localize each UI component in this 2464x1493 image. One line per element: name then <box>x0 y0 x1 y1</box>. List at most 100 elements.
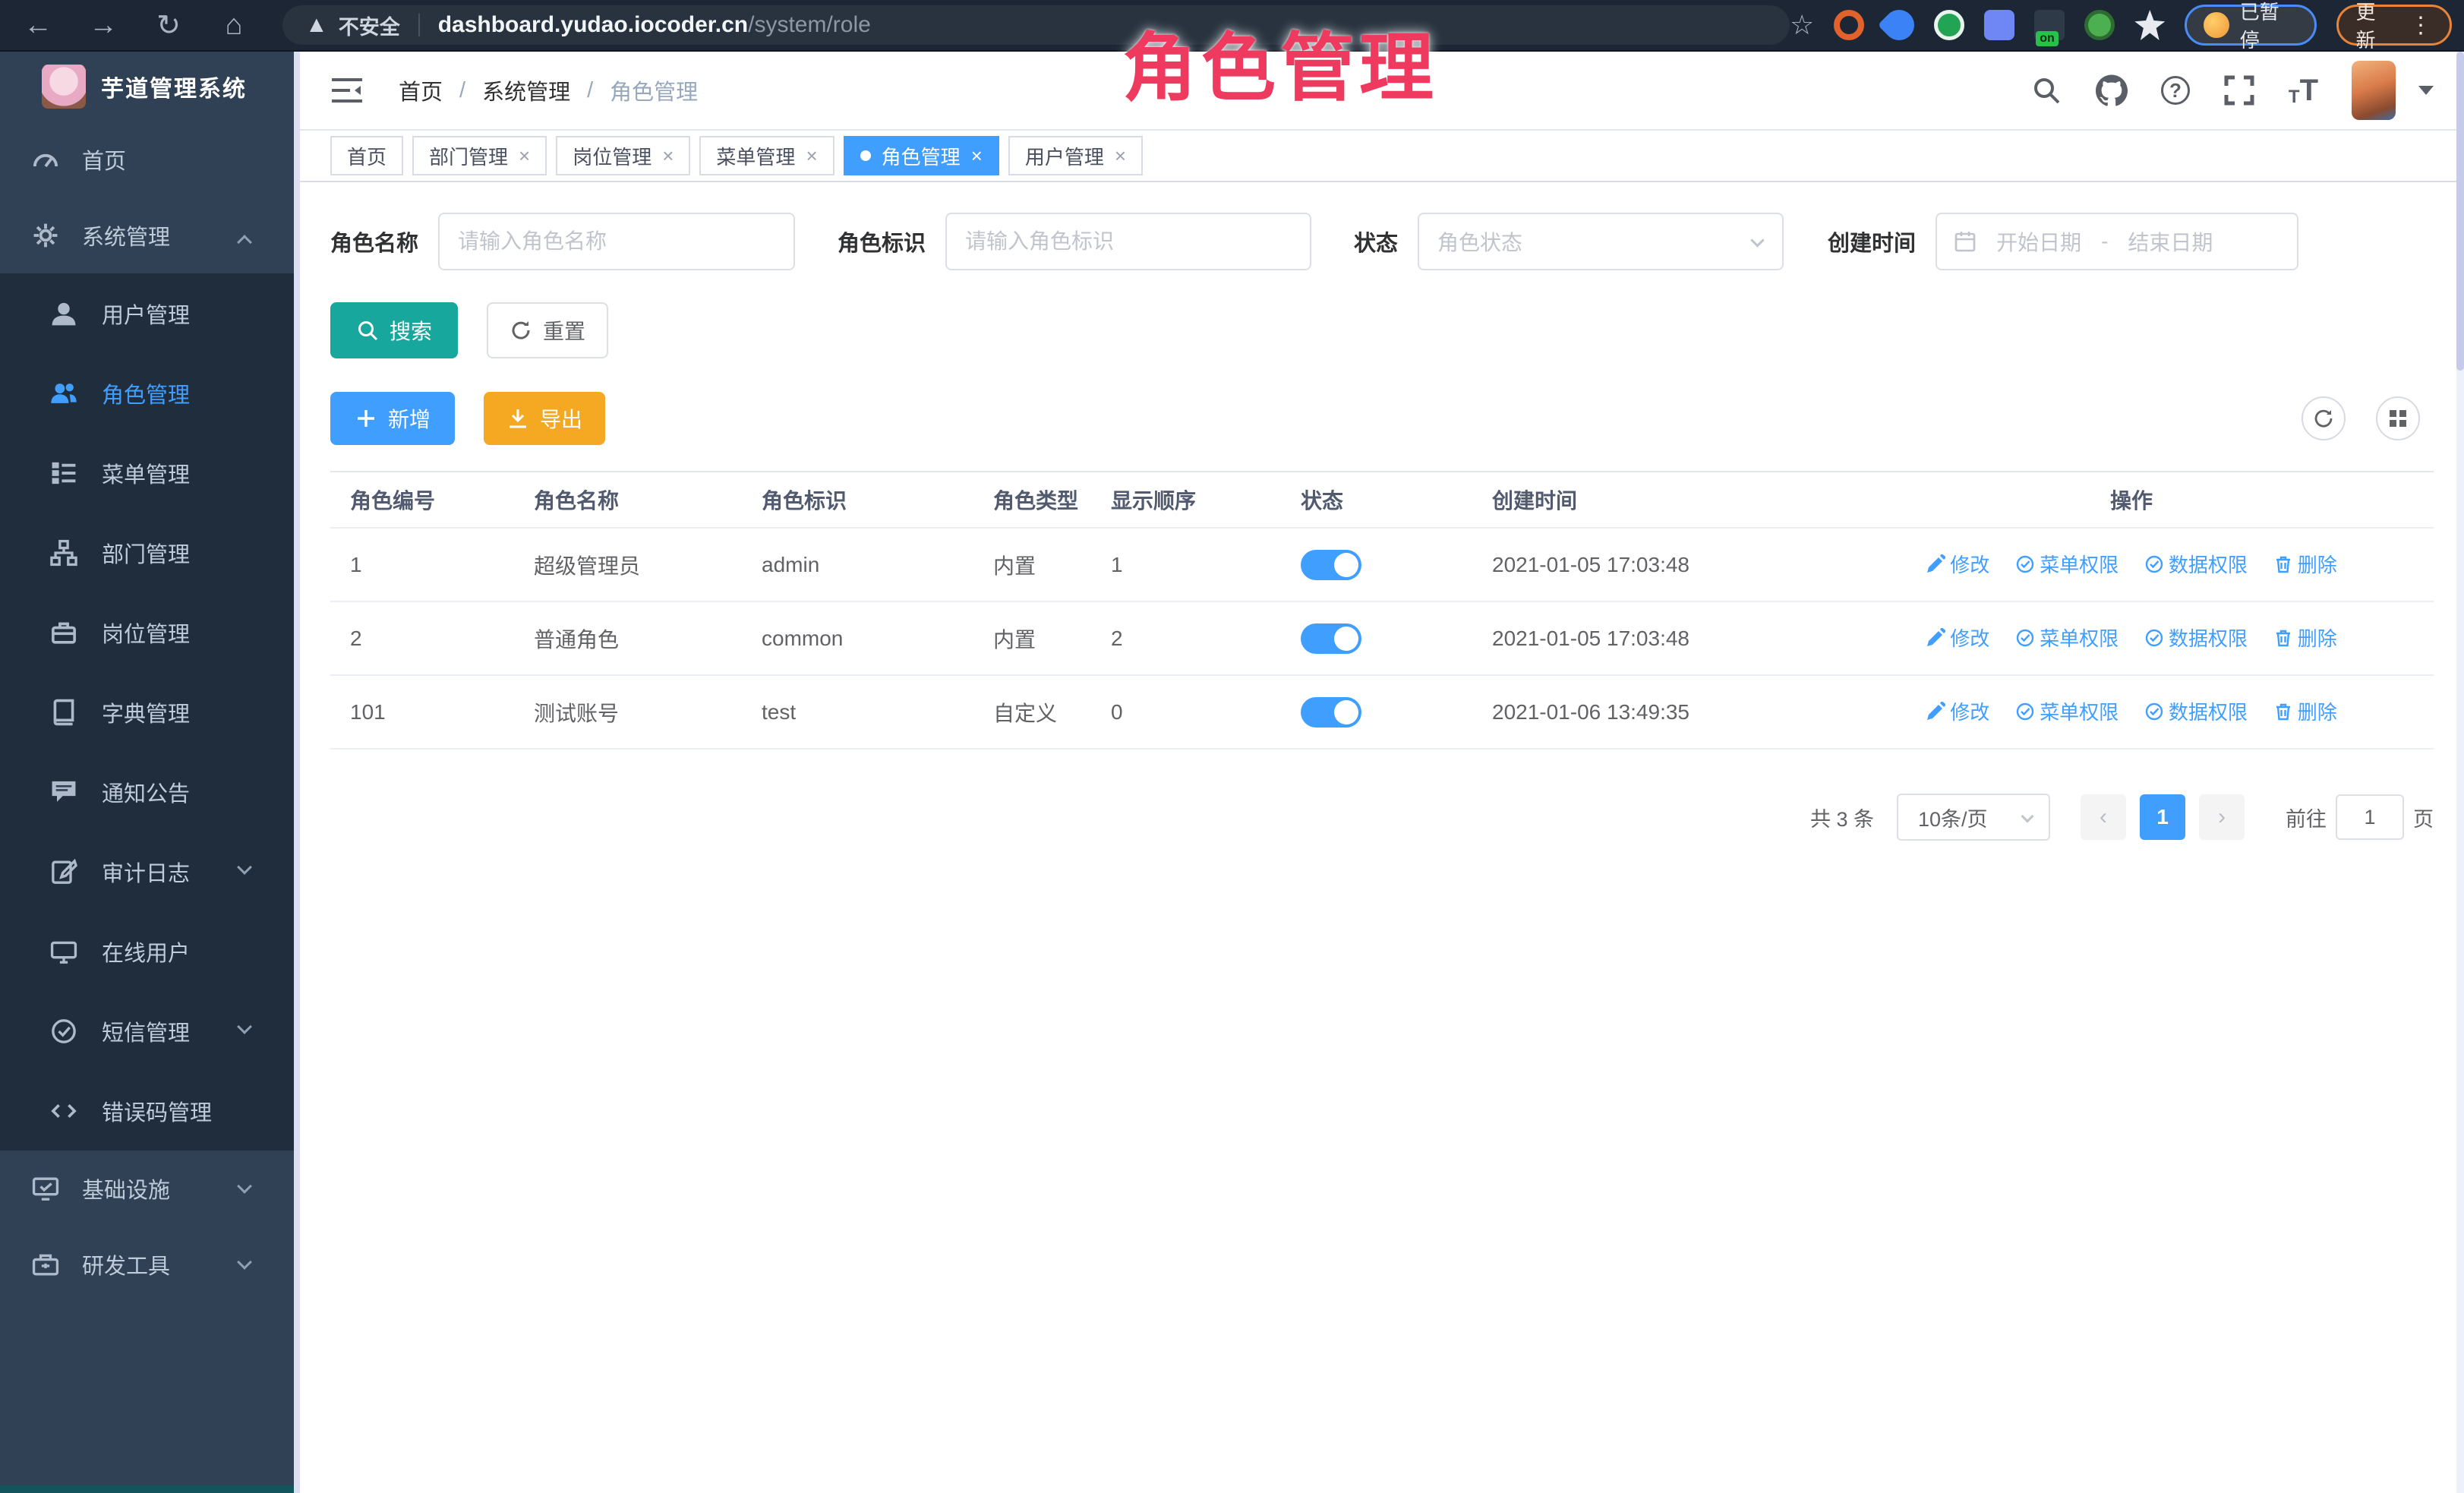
delete-action[interactable]: 删除 <box>2273 550 2337 578</box>
avatar[interactable] <box>2352 61 2396 120</box>
close-icon[interactable]: × <box>971 146 983 166</box>
edit-action[interactable]: 修改 <box>1926 697 1989 725</box>
app: 芋道管理系统 首页 系统管理 <box>0 52 2464 1493</box>
github-icon[interactable] <box>2096 74 2128 106</box>
extension-icon-pin[interactable] <box>2134 10 2165 40</box>
delete-action[interactable]: 删除 <box>2273 697 2337 725</box>
data-perm-action[interactable]: 数据权限 <box>2144 623 2248 652</box>
sidebar-item-posts[interactable]: 岗位管理 <box>0 592 294 672</box>
forward-icon[interactable]: → <box>87 9 120 42</box>
status-toggle[interactable] <box>1301 623 1361 654</box>
search-button-label: 搜索 <box>390 315 432 346</box>
sidebar-item-dev-tools[interactable]: 研发工具 <box>0 1226 294 1302</box>
font-size-icon[interactable]: TT <box>2289 74 2318 108</box>
home-icon[interactable]: ⌂ <box>217 9 251 42</box>
page-1-button[interactable]: 1 <box>2140 794 2185 840</box>
export-button[interactable]: 导出 <box>484 392 605 445</box>
tab-dept[interactable]: 部门管理 × <box>412 136 547 175</box>
app-title: 芋道管理系统 <box>101 70 247 103</box>
sidebar-item-online-users[interactable]: 在线用户 <box>0 911 294 991</box>
sidebar-toggle-icon[interactable] <box>330 75 364 106</box>
tab-post[interactable]: 岗位管理 × <box>556 136 690 175</box>
extension-icon-orange[interactable] <box>1834 10 1864 40</box>
search-button[interactable]: 搜索 <box>330 302 458 358</box>
status-select[interactable]: 角色状态 <box>1418 213 1784 270</box>
bubble-icon <box>50 778 77 806</box>
toggle-knob <box>1334 553 1358 577</box>
sidebar-item-dict[interactable]: 字典管理 <box>0 672 294 752</box>
sidebar-item-users[interactable]: 用户管理 <box>0 273 294 353</box>
extension-icon-grid[interactable] <box>1984 10 2014 40</box>
tab-role-active[interactable]: 角色管理 × <box>844 136 999 175</box>
page-size-select[interactable]: 10条/页 <box>1897 794 2050 841</box>
back-icon[interactable]: ← <box>21 9 55 42</box>
reset-button[interactable]: 重置 <box>487 302 608 358</box>
briefcase-icon <box>50 619 77 646</box>
update-label: 更新 <box>2355 0 2394 53</box>
extension-icon-switch[interactable]: on <box>2034 10 2065 40</box>
fullscreen-icon[interactable] <box>2223 74 2255 106</box>
sidebar-item-audit-log[interactable]: 审计日志 <box>0 832 294 911</box>
sidebar-scrollbar[interactable] <box>294 52 300 1493</box>
delete-action[interactable]: 删除 <box>2273 623 2337 652</box>
page-scrollbar[interactable] <box>2456 52 2464 1493</box>
menu-perm-action[interactable]: 菜单权限 <box>2015 550 2119 578</box>
sidebar-item-depts[interactable]: 部门管理 <box>0 513 294 592</box>
profile-paused-button[interactable]: 已暂停 <box>2185 5 2317 46</box>
sidebar-item-notice[interactable]: 通知公告 <box>0 752 294 832</box>
cell-role-name: 普通角色 <box>514 601 742 675</box>
data-perm-action[interactable]: 数据权限 <box>2144 697 2248 725</box>
tab-home[interactable]: 首页 <box>330 136 403 175</box>
bookmark-star-icon[interactable]: ☆ <box>1790 9 1814 41</box>
sidebar-item-sms[interactable]: 短信管理 <box>0 991 294 1071</box>
sidebar-item-infra[interactable]: 基础设施 <box>0 1151 294 1226</box>
menu-perm-action-label: 菜单权限 <box>2040 697 2119 725</box>
sidebar-item-menus[interactable]: 菜单管理 <box>0 433 294 513</box>
sidebar-logo-row[interactable]: 芋道管理系统 <box>0 52 294 122</box>
close-icon[interactable]: × <box>519 146 530 166</box>
extension-icon-drop[interactable] <box>1878 4 1921 47</box>
extension-icon-monkey[interactable] <box>2084 10 2115 40</box>
browser-menu-icon[interactable]: ⋮ <box>2409 12 2433 39</box>
sidebar-item-system[interactable]: 系统管理 <box>0 197 294 273</box>
reload-icon[interactable]: ↻ <box>152 8 185 43</box>
breadcrumb-system[interactable]: 系统管理 <box>482 74 570 106</box>
sidebar-item-label: 系统管理 <box>82 219 170 251</box>
menu-perm-action[interactable]: 菜单权限 <box>2015 623 2119 652</box>
chrome-update-button[interactable]: 更新 ⋮ <box>2336 5 2452 46</box>
add-button[interactable]: 新增 <box>330 392 455 445</box>
goto-page-input[interactable] <box>2336 794 2404 840</box>
breadcrumb-home[interactable]: 首页 <box>399 74 443 106</box>
close-icon[interactable]: × <box>806 146 817 166</box>
prev-page-button[interactable]: ‹ <box>2081 794 2126 840</box>
search-icon[interactable] <box>2030 74 2062 106</box>
next-page-button[interactable]: › <box>2199 794 2245 840</box>
edit-action[interactable]: 修改 <box>1926 550 1989 578</box>
user-icon <box>50 300 77 327</box>
date-range-picker[interactable]: 开始日期 - 结束日期 <box>1936 213 2298 270</box>
close-icon[interactable]: × <box>662 146 674 166</box>
sidebar-item-roles[interactable]: 角色管理 <box>0 353 294 433</box>
sidebar-item-home[interactable]: 首页 <box>0 122 294 197</box>
toggle-search-button[interactable] <box>2302 396 2346 440</box>
extension-icon-green[interactable] <box>1934 10 1964 40</box>
data-perm-action-label: 数据权限 <box>2169 623 2248 652</box>
user-menu-caret-icon[interactable] <box>2418 86 2434 95</box>
close-icon[interactable]: × <box>1115 146 1126 166</box>
browser-extensions: ☆ on 已暂停 更新 ⋮ <box>1790 5 2452 46</box>
tab-menu[interactable]: 菜单管理 × <box>699 136 834 175</box>
scrollbar-thumb[interactable] <box>2456 52 2464 371</box>
column-settings-button[interactable] <box>2376 396 2420 440</box>
role-key-input[interactable] <box>945 213 1311 270</box>
tab-user[interactable]: 用户管理 × <box>1008 136 1143 175</box>
data-perm-action[interactable]: 数据权限 <box>2144 550 2248 578</box>
menu-perm-action[interactable]: 菜单权限 <box>2015 697 2119 725</box>
edit-action[interactable]: 修改 <box>1926 623 1989 652</box>
role-name-input[interactable] <box>438 213 795 270</box>
sidebar-item-error-codes[interactable]: 错误码管理 <box>0 1071 294 1151</box>
help-icon[interactable]: ? <box>2161 76 2190 105</box>
address-bar[interactable]: ▲ 不安全 dashboard.yudao.iocoder.cn /system… <box>282 5 1790 45</box>
log-icon <box>50 858 77 885</box>
status-toggle[interactable] <box>1301 550 1361 580</box>
status-toggle[interactable] <box>1301 697 1361 728</box>
